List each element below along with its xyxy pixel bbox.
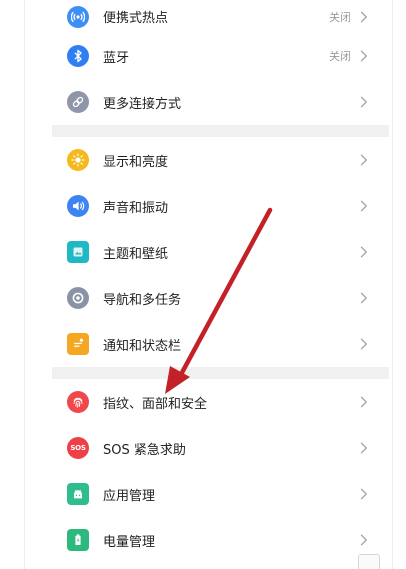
settings-row[interactable]: 声音和振动 [52, 183, 389, 229]
settings-row[interactable]: 主题和壁纸 [52, 229, 389, 275]
settings-row-value: 关闭 [329, 10, 351, 24]
page-edge-left [24, 0, 25, 569]
chevron-right-icon [357, 291, 371, 305]
bluetooth-icon [67, 45, 89, 67]
settings-row-label: 蓝牙 [103, 50, 130, 66]
battery-icon [67, 529, 89, 551]
chevron-right-icon [357, 49, 371, 63]
settings-list: 便携式热点 关闭 蓝牙 关闭 更多连接方式 显示和亮度 声音和振动 主题和壁纸 导航和多任务 通知… [52, 0, 389, 563]
theme-icon [67, 241, 89, 263]
scroll-edge-mark [358, 554, 380, 569]
section-divider [52, 367, 389, 379]
settings-row-label: 指纹、面部和安全 [103, 396, 208, 412]
settings-row-value: 关闭 [329, 50, 351, 63]
chevron-right-icon [357, 153, 371, 167]
hotspot-icon [67, 5, 89, 28]
link-icon [67, 91, 89, 113]
fingerprint-icon [67, 391, 89, 413]
settings-row-label: 便携式热点 [103, 11, 169, 26]
settings-row-label: 通知和状态栏 [103, 338, 182, 354]
navigation-icon [67, 287, 89, 309]
settings-row-label: 显示和亮度 [103, 154, 169, 170]
settings-row-label: 电量管理 [103, 534, 156, 550]
settings-row[interactable]: 便携式热点 关闭 [52, 0, 389, 33]
settings-row-label: SOS 紧急求助 [103, 442, 186, 458]
settings-row-label: 应用管理 [103, 488, 156, 504]
settings-row[interactable]: 更多连接方式 [52, 79, 389, 125]
chevron-right-icon [357, 533, 371, 547]
settings-row[interactable]: 电量管理 [52, 517, 389, 563]
speaker-icon [67, 195, 89, 217]
settings-row[interactable]: 通知和状态栏 [52, 321, 389, 367]
settings-row[interactable]: 指纹、面部和安全 [52, 379, 389, 425]
section-divider [52, 125, 389, 137]
sos-icon: SOS [67, 437, 89, 459]
chevron-right-icon [357, 95, 371, 109]
chevron-right-icon [357, 395, 371, 409]
chevron-right-icon [357, 245, 371, 259]
settings-row-label: 导航和多任务 [103, 292, 182, 308]
settings-row-label: 主题和壁纸 [103, 246, 169, 262]
sun-icon [67, 149, 89, 171]
notification-icon [67, 333, 89, 355]
settings-row[interactable]: SOS SOS 紧急求助 [52, 425, 389, 471]
settings-row[interactable]: 显示和亮度 [52, 137, 389, 183]
settings-row-label: 更多连接方式 [103, 96, 182, 112]
chevron-right-icon [357, 337, 371, 351]
page-edge-right [392, 0, 393, 569]
settings-row[interactable]: 蓝牙 关闭 [52, 33, 389, 79]
chevron-right-icon [357, 487, 371, 501]
settings-row[interactable]: 应用管理 [52, 471, 389, 517]
chevron-right-icon [357, 441, 371, 455]
chevron-right-icon [357, 10, 371, 24]
settings-screen: 便携式热点 关闭 蓝牙 关闭 更多连接方式 显示和亮度 声音和振动 主题和壁纸 导航和多任务 通知… [0, 0, 406, 569]
chevron-right-icon [357, 199, 371, 213]
settings-row-label: 声音和振动 [103, 200, 169, 216]
settings-row[interactable]: 导航和多任务 [52, 275, 389, 321]
android-icon [67, 483, 89, 505]
